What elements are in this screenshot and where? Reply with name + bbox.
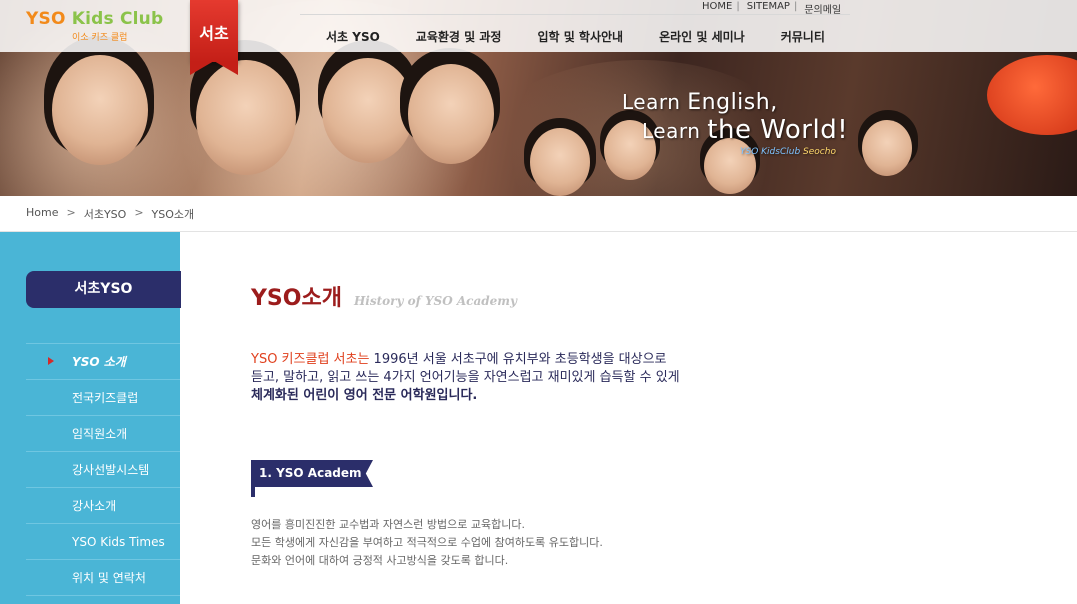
active-arrow-icon [48, 357, 54, 365]
home-link[interactable]: HOME [702, 1, 732, 16]
sidebar-item-staff[interactable]: 임직원소개 [26, 416, 180, 452]
sidebar-item-label: YSO Kids Times [72, 535, 165, 549]
slogan-line2-b: the World! [707, 115, 849, 145]
page-title-text: YSO소개 [251, 286, 342, 311]
section-line: 영어를 흥미진진한 교수법과 자연스런 방법으로 교육합니다. [251, 518, 525, 531]
section-body: 영어를 흥미진진한 교수법과 자연스런 방법으로 교육합니다. 모든 학생에게 … [251, 516, 603, 570]
sidebar: 서초YSO YSO 소개 전국키즈클럽 임직원소개 강사선발시스템 강사소개 Y… [0, 232, 181, 604]
util-separator: | [736, 1, 740, 12]
sidebar-item-label: YSO 소개 [72, 355, 126, 369]
nav-education[interactable]: 교육환경 및 과정 [416, 28, 502, 45]
sidebar-item-location[interactable]: 위치 및 연락처 [26, 560, 180, 596]
slogan-line2-a: Learn [642, 119, 708, 143]
breadcrumb-current: YSO소개 [151, 208, 195, 221]
sidebar-item-teachers[interactable]: 강사소개 [26, 488, 180, 524]
page-title: YSO소개 History of YSO Academy [251, 280, 517, 312]
nav-community[interactable]: 커뮤니티 [781, 28, 825, 45]
sidebar-item-nationwide-clubs[interactable]: 전국키즈클럽 [26, 380, 180, 416]
nav-admission[interactable]: 입학 및 학사안내 [537, 28, 623, 45]
section-line: 모든 학생에게 자신감을 부여하고 적극적으로 수업에 참여하도록 유도합니다. [251, 536, 603, 549]
nav-online-seminar[interactable]: 온라인 및 세미나 [659, 28, 745, 45]
logo-text-yso: YSO [26, 9, 72, 29]
intro-paragraph: YSO 키즈클럽 서초는 1996년 서울 서초구에 유치부와 초등학생을 대상… [251, 351, 680, 405]
branch-ribbon: 서초 [190, 0, 238, 78]
utility-nav: HOME | SITEMAP | 문의메일 [702, 1, 841, 16]
branch-ribbon-label: 서초 [199, 24, 229, 43]
breadcrumb-separator: > [134, 206, 144, 219]
section-heading-label: 1. YSO Academy [251, 460, 369, 487]
banner-slogan: Learn English, Learn the World! YSO Kids… [622, 90, 848, 157]
main-nav: 서초 YSO 교육환경 및 과정 입학 및 학사안내 온라인 및 세미나 커뮤니… [326, 28, 861, 45]
section-heading-bar [251, 460, 255, 497]
page: Learn English, Learn the World! YSO Kids… [0, 0, 1077, 604]
intro-line3: 체계화된 어린이 영어 전문 어학원입니다. [251, 388, 478, 403]
sidebar-item-teacher-selection[interactable]: 강사선발시스템 [26, 452, 180, 488]
sidebar-item-label: 강사소개 [72, 499, 117, 513]
slogan-branch: Seocho [803, 147, 836, 157]
sidebar-menu: YSO 소개 전국키즈클럽 임직원소개 강사선발시스템 강사소개 YSO Kid… [26, 343, 180, 596]
util-separator: | [793, 1, 798, 12]
slogan-brand: YSO KidsClub [740, 147, 804, 157]
site-logo[interactable]: YSO Kids Club 이소 키즈 클럽 [26, 9, 163, 43]
logo-text-kidsclub: Kids Club [71, 9, 164, 29]
contact-mail-link[interactable]: 문의메일 [804, 1, 841, 16]
page-subtitle: History of YSO Academy [353, 294, 517, 308]
sidebar-item-label: 강사선발시스템 [72, 463, 150, 477]
breadcrumb-home[interactable]: Home [26, 206, 58, 222]
sidebar-item-label: 위치 및 연락처 [72, 571, 146, 585]
breadcrumb-separator: > [66, 206, 76, 219]
sidebar-item-kids-times[interactable]: YSO Kids Times [26, 524, 180, 560]
breadcrumb-section[interactable]: 서초YSO [84, 206, 127, 222]
sidebar-item-label: 임직원소개 [72, 427, 128, 441]
nav-seocho-yso[interactable]: 서초 YSO [326, 28, 380, 45]
sidebar-item-yso-intro[interactable]: YSO 소개 [26, 344, 180, 380]
sidebar-title: 서초YSO [26, 271, 181, 308]
logo-subtitle: 이소 키즈 클럽 [72, 33, 128, 43]
sidebar-item-label: 전국키즈클럽 [72, 391, 139, 405]
sitemap-link[interactable]: SITEMAP [747, 1, 790, 16]
slogan-line1-a: Learn [622, 90, 688, 114]
section-line: 문화와 언어에 대하여 긍정적 사고방식을 갖도록 합니다. [251, 554, 509, 567]
slogan-line1-b: English, [687, 90, 778, 115]
breadcrumb: Home > 서초YSO > YSO소개 [26, 206, 194, 222]
intro-highlight: YSO 키즈클럽 서초는 [251, 352, 370, 367]
intro-line1: 1996년 서울 서초구에 유치부와 초등학생을 대상으로 [369, 352, 667, 367]
intro-line2: 듣고, 말하고, 읽고 쓰는 4가지 언어기능을 자연스럽고 재미있게 습득할 … [251, 370, 680, 385]
